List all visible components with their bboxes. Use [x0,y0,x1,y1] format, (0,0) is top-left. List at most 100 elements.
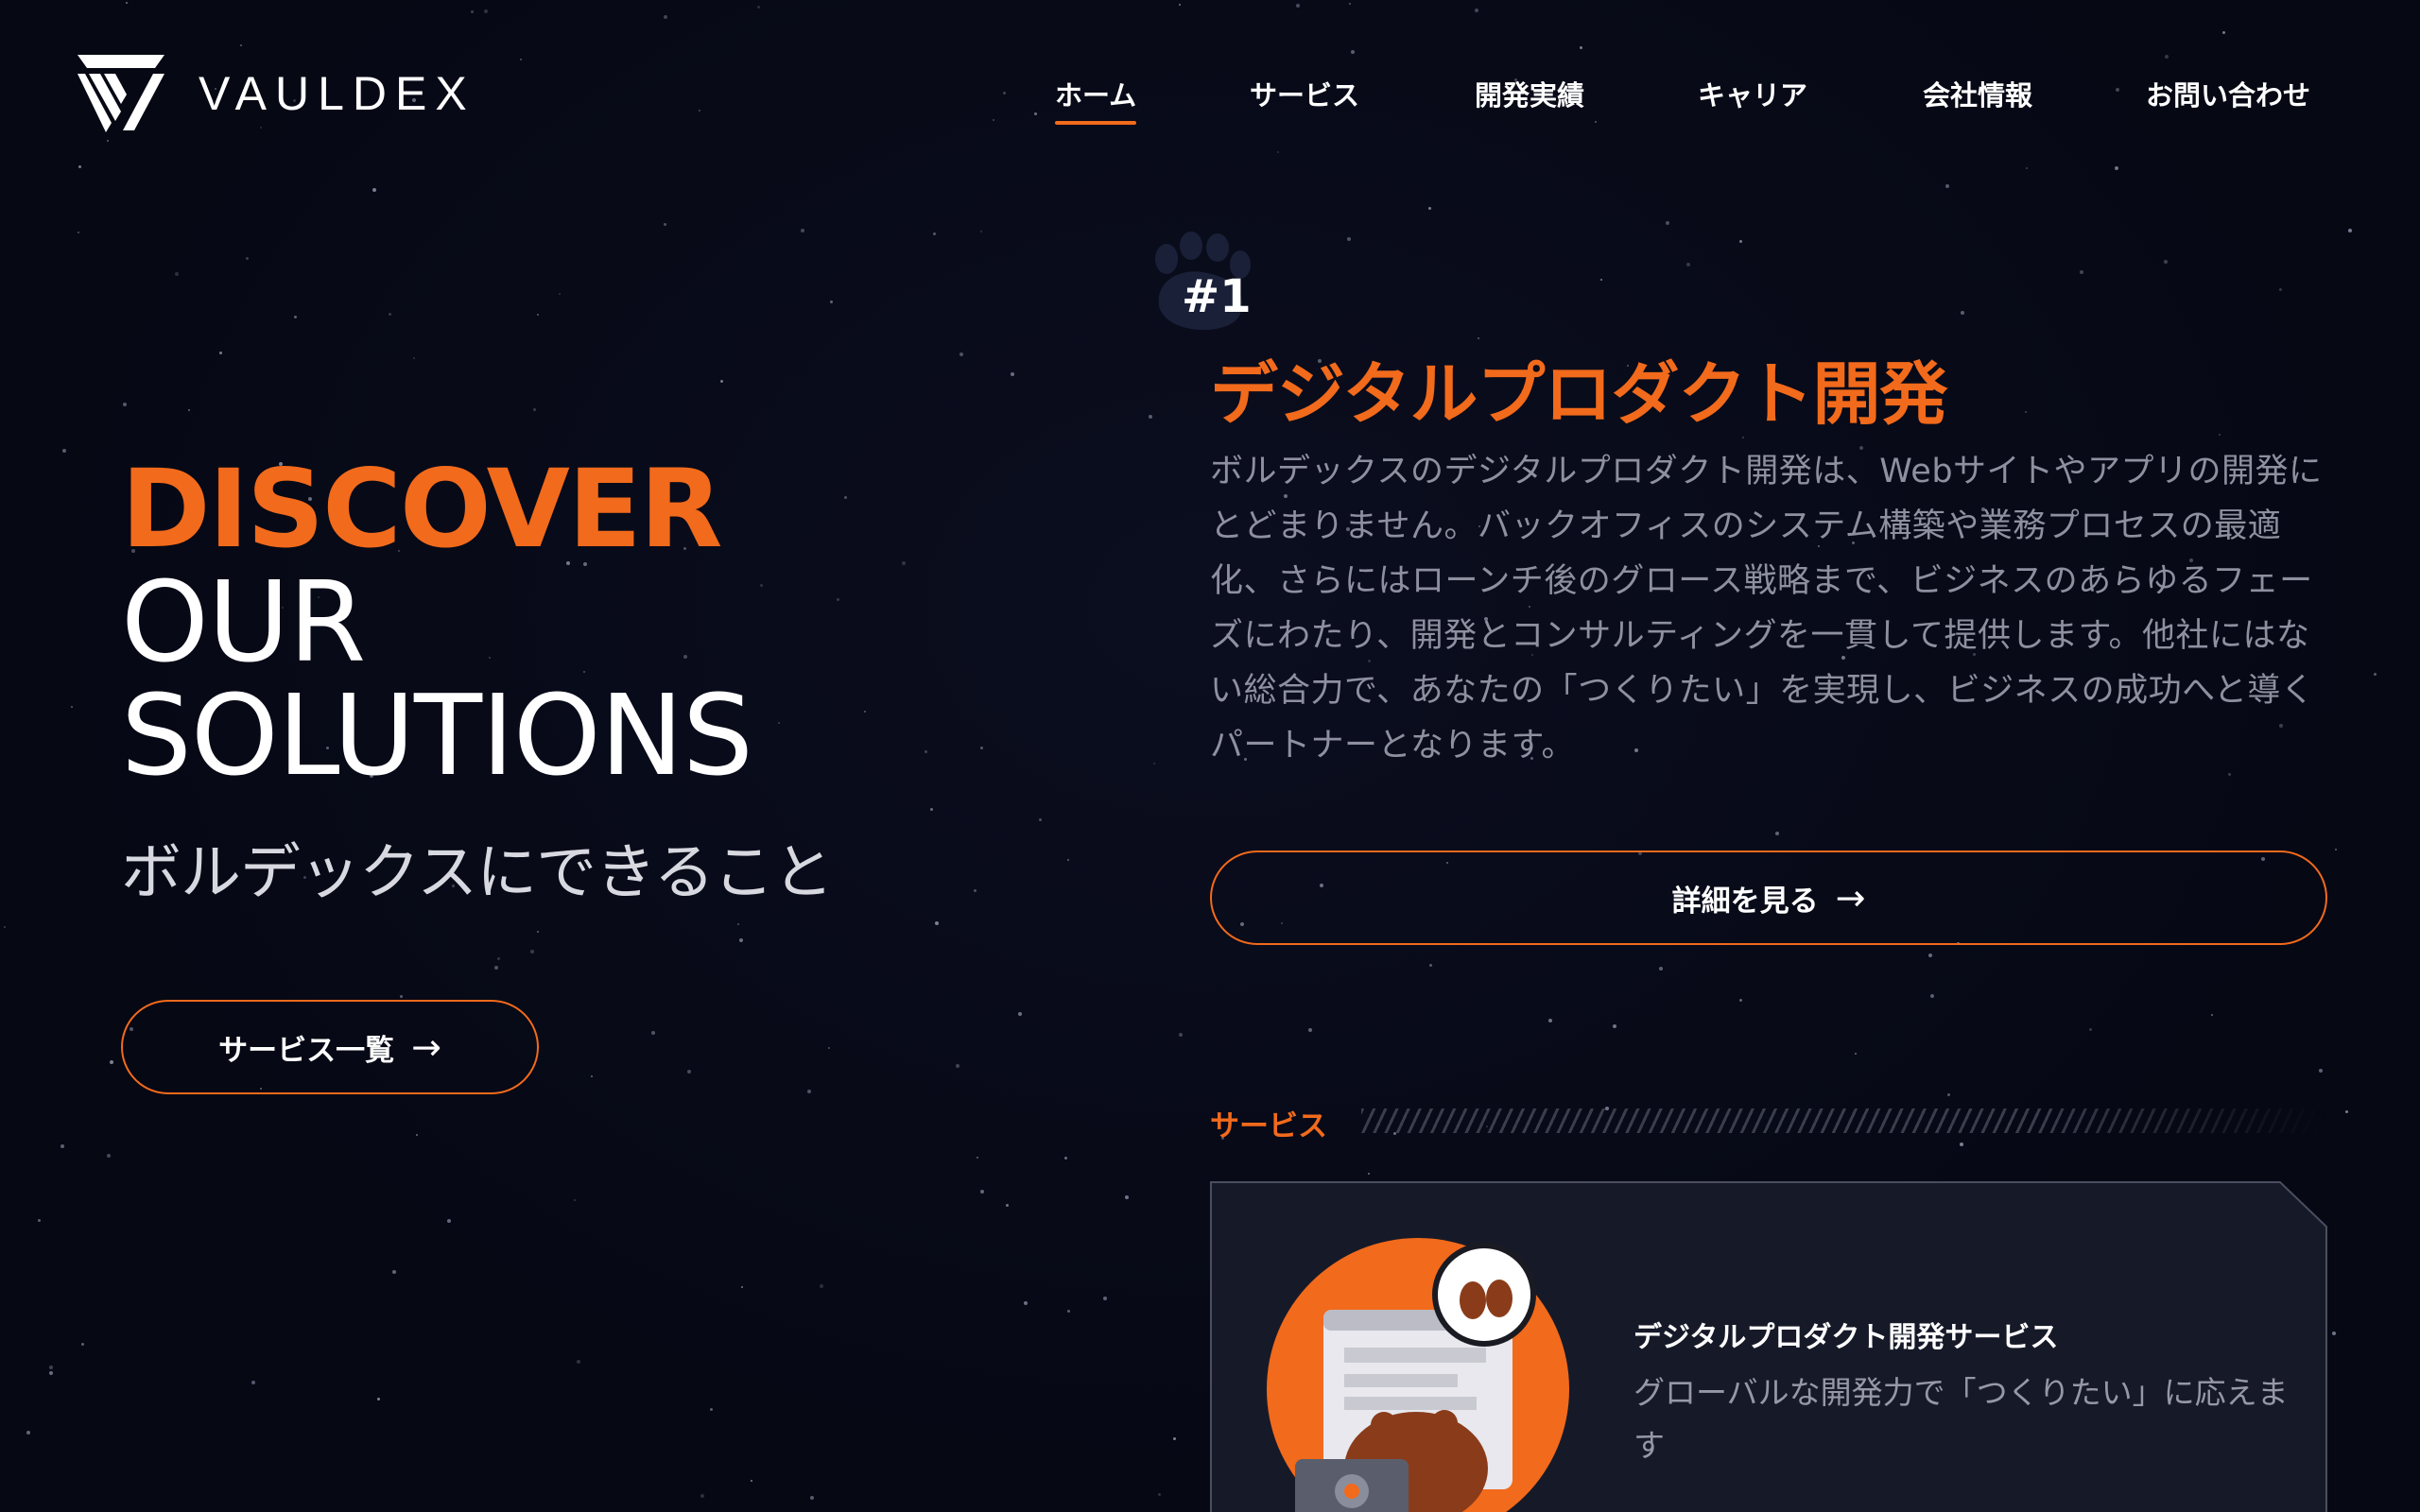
star-dot [251,1381,255,1384]
star-dot [1158,1493,1161,1496]
star-dot [416,1134,418,1136]
star-dot [2279,288,2282,291]
nav-item-company[interactable]: 会社情報 [1923,74,2032,113]
star-dot [78,232,79,233]
star-dot [294,316,297,318]
hero-title-line1: DISCOVER [121,446,723,572]
details-button[interactable]: 詳細を見る → [1210,850,2327,945]
star-dot [1103,1297,1107,1300]
star-dot [175,272,179,276]
nav-item-label: お問い合わせ [2146,79,2311,112]
star-dot [977,1157,978,1159]
star-dot [1580,46,1582,49]
vauldex-logo-icon [78,55,164,132]
star-dot [844,496,847,499]
service-list-button[interactable]: サービス一覧 → [121,1000,539,1094]
star-dot [664,223,666,226]
star-dot [1006,1204,1009,1207]
star-dot [2228,773,2231,776]
star-dot [1173,1437,1176,1440]
star-dot [700,1494,704,1498]
star-dot [1855,1053,1857,1055]
star-dot [38,1219,41,1222]
star-dot [2211,1014,2213,1016]
star-dot [497,957,500,960]
page: VAULDEX ホーム サービス 開発実績 キャリア 会社情報 お問い合わせ D… [0,0,2420,1512]
star-dot [2025,411,2027,413]
star-dot [837,598,839,601]
star-dot [246,257,249,260]
star-dot [81,1343,84,1346]
nav-item-label: ホーム [1055,79,1137,112]
star-dot [651,1031,655,1035]
star-dot [1429,964,1432,967]
star-dot [1149,415,1152,419]
star-dot [2026,167,2028,169]
arrow-right-icon: → [1835,877,1866,919]
logo[interactable]: VAULDEX [76,53,475,134]
star-dot [372,188,376,192]
service-card[interactable]: デジタルプロダクト開発サービス グローバルな開発力で「つくりたい」に応えます [1210,1181,2327,1512]
feature-title: デジタルプロダクト開発 [1210,354,1948,434]
nav-item-contact[interactable]: お問い合わせ [2146,74,2310,113]
nav-item-works[interactable]: 開発実績 [1475,74,1584,113]
star-dot [107,140,109,142]
star-dot [78,165,81,168]
star-dot [1308,1028,1312,1032]
star-dot [980,231,982,232]
nav-item-home[interactable]: ホーム [1055,74,1137,125]
nav-item-label: 会社情報 [1923,79,2033,112]
star-dot [1024,1301,1028,1305]
star-dot [810,1496,814,1500]
star-dot [1277,151,1279,153]
star-dot [1039,818,1042,821]
nav-item-services[interactable]: サービス [1250,74,1359,113]
star-dot [902,561,906,565]
nav-item-label: サービス [1250,79,1360,112]
bear-developer-illustration [1267,1238,1569,1512]
star-dot [1011,372,1014,376]
star-dot [2080,270,2083,274]
star-dot [1351,50,1355,54]
star-dot [591,1075,593,1077]
star-dot [2115,166,2118,170]
star-dot [1428,207,1431,210]
star-dot [219,352,222,354]
star-dot [1018,1012,1022,1016]
star-dot [4,926,6,928]
star-dot [2335,849,2337,850]
star-dot [828,1047,830,1049]
star-dot [687,1070,691,1074]
star-dot [1930,994,1934,998]
star-dot [1600,279,1602,281]
star-dot [1153,763,1155,765]
feature-description: ボルデックスのデジタルプロダクト開発は、Webサイトやアプリの開発にとどまりませ… [1210,453,2323,765]
nav-item-career[interactable]: キャリア [1698,74,1807,113]
star-dot [1659,967,1663,971]
star-dot [807,1090,811,1093]
star-dot [520,59,522,60]
star-dot [62,449,66,453]
star-dot [2348,229,2352,232]
star-dot [377,1398,380,1400]
star-dot [392,1270,396,1274]
star-dot [123,403,127,406]
details-button-label: 詳細を見る [1671,884,1819,919]
star-dot [1067,859,1069,861]
star-dot [400,995,403,998]
nav-active-indicator [1055,121,1137,125]
star-dot [801,229,804,232]
star-dot [2319,1069,2323,1073]
star-dot [484,9,488,13]
nav-item-label: キャリア [1698,79,1808,112]
star-dot [751,1480,752,1482]
star-dot [574,1199,576,1201]
star-dot [1003,92,1006,94]
star-dot [2222,31,2225,34]
star-dot [720,380,723,383]
star-dot [925,750,927,753]
star-dot [2219,434,2221,436]
star-dot [1613,1024,1616,1028]
star-dot [699,110,700,112]
star-dot [739,938,743,942]
